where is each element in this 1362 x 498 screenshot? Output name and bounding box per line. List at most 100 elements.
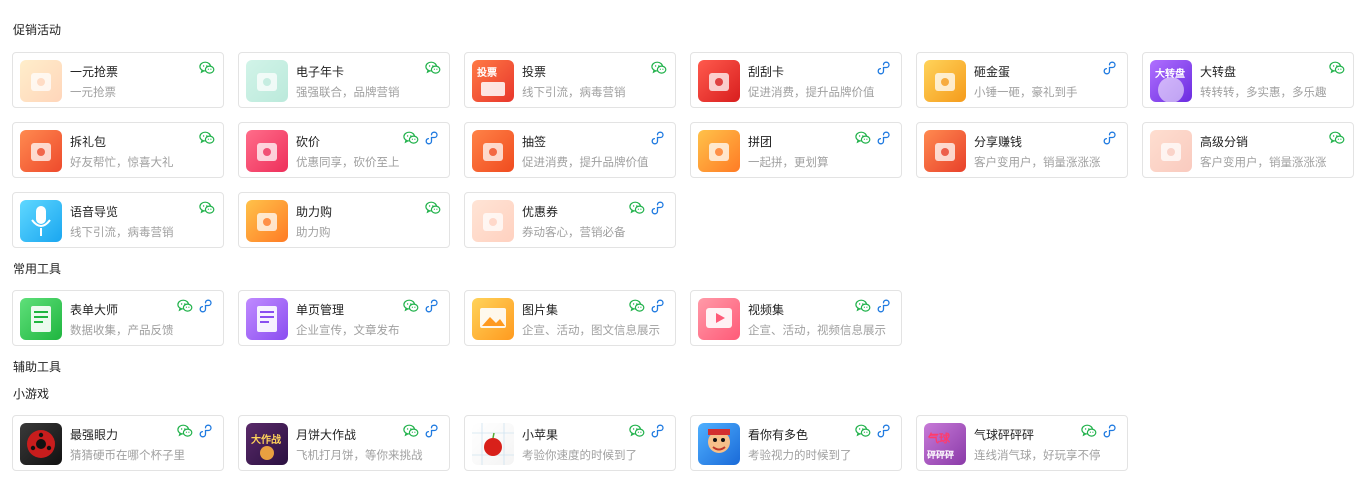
platform-badges bbox=[1081, 423, 1119, 442]
app-description: 企宣、活动，图文信息展示 bbox=[522, 323, 660, 337]
app-name: 图片集 bbox=[522, 303, 559, 317]
wechat-icon bbox=[1329, 60, 1345, 79]
app-description: 企业宣传，文章发布 bbox=[296, 323, 400, 337]
app-card[interactable]: 抽签促进消费，提升品牌价值 bbox=[464, 122, 676, 178]
mini-program-icon bbox=[1103, 423, 1119, 442]
platform-badges bbox=[1103, 60, 1119, 79]
platform-badges bbox=[425, 200, 441, 219]
app-name: 视频集 bbox=[748, 303, 785, 317]
app-card[interactable]: 小苹果考验你速度的时候到了 bbox=[464, 415, 676, 471]
games-grid: 最强眼力 猜猜硬币在哪个杯子里 大作战 月饼大作战 飞机打月饼，等你来挑战 小苹果 考验你速… bbox=[12, 415, 1354, 471]
app-description: 助力购 bbox=[296, 225, 331, 239]
section-title-tools: 常用工具 bbox=[13, 262, 62, 276]
app-description: 优惠同享，砍价至上 bbox=[296, 155, 400, 169]
promo-grid: 一元抢票 一元抢票 电子年卡 强强联合，品牌营销 投票 投票 线下引流，病毒营销 刮刮卡 促进消… bbox=[12, 52, 1354, 248]
wechat-icon bbox=[177, 298, 193, 317]
app-card[interactable]: 表单大师 数据收集，产品反馈 bbox=[12, 290, 224, 346]
app-name: 一元抢票 bbox=[70, 65, 119, 79]
wechat-icon bbox=[199, 60, 215, 79]
app-description: 好友帮忙，惊喜大礼 bbox=[70, 155, 174, 169]
app-name: 抽签 bbox=[522, 135, 547, 149]
wechat-icon bbox=[425, 60, 441, 79]
app-description: 飞机打月饼，等你来挑战 bbox=[296, 448, 423, 462]
app-card[interactable]: 拆礼包好友帮忙，惊喜大礼 bbox=[12, 122, 224, 178]
app-card[interactable]: 大作战 月饼大作战 飞机打月饼，等你来挑战 bbox=[238, 415, 450, 471]
wechat-icon bbox=[651, 60, 667, 79]
app-name: 助力购 bbox=[296, 205, 333, 219]
app-name: 投票 bbox=[522, 65, 547, 79]
platform-badges bbox=[629, 298, 667, 317]
form-icon bbox=[20, 298, 62, 340]
platform-badges bbox=[1103, 130, 1119, 149]
app-card[interactable]: 砍价优惠同享，砍价至上 bbox=[238, 122, 450, 178]
svg-text:投票: 投票 bbox=[477, 66, 497, 79]
app-card[interactable]: 刮刮卡 促进消费，提升品牌价值 bbox=[690, 52, 902, 108]
section-title-games: 小游戏 bbox=[13, 387, 50, 401]
mini-program-icon bbox=[425, 298, 441, 317]
app-name: 气球砰砰砰 bbox=[974, 428, 1035, 442]
app-description: 促进消费，提升品牌价值 bbox=[522, 155, 649, 169]
app-description: 券动客心，营销必备 bbox=[522, 225, 626, 239]
apple-game-icon bbox=[472, 423, 514, 465]
mini-program-icon bbox=[877, 298, 893, 317]
app-card[interactable]: 高级分销 客户变用户，销量涨涨涨 bbox=[1142, 122, 1354, 178]
distribution-icon bbox=[1150, 130, 1192, 172]
mini-program-icon bbox=[199, 298, 215, 317]
gallery-icon bbox=[472, 298, 514, 340]
app-card[interactable]: 最强眼力 猜猜硬币在哪个杯子里 bbox=[12, 415, 224, 471]
app-card[interactable]: 视频集 企宣、活动，视频信息展示 bbox=[690, 290, 902, 346]
scratch-card-icon bbox=[698, 60, 740, 102]
platform-badges bbox=[1329, 130, 1345, 149]
app-card[interactable]: 助力购 助力购 bbox=[238, 192, 450, 248]
golden-egg-icon bbox=[924, 60, 966, 102]
app-name: 砸金蛋 bbox=[974, 65, 1011, 79]
app-card[interactable]: 优惠券 券动客心，营销必备 bbox=[464, 192, 676, 248]
wechat-icon bbox=[403, 298, 419, 317]
platform-badges bbox=[177, 298, 215, 317]
app-card[interactable]: 拼团 一起拼，更划算 bbox=[690, 122, 902, 178]
mini-program-icon bbox=[1103, 130, 1119, 149]
assist-buy-icon bbox=[246, 200, 288, 242]
annual-card-icon bbox=[246, 60, 288, 102]
wechat-icon bbox=[855, 130, 871, 149]
app-card[interactable]: 图片集企宣、活动，图文信息展示 bbox=[464, 290, 676, 346]
platform-badges bbox=[403, 298, 441, 317]
share-money-icon bbox=[924, 130, 966, 172]
app-name: 电子年卡 bbox=[296, 65, 345, 79]
app-description: 考验你速度的时候到了 bbox=[522, 448, 637, 462]
app-card[interactable]: 投票 投票 线下引流，病毒营销 bbox=[464, 52, 676, 108]
app-card[interactable]: 语音导览 线下引流，病毒营销 bbox=[12, 192, 224, 248]
app-card[interactable]: 单页管理企业宣传，文章发布 bbox=[238, 290, 450, 346]
app-card[interactable]: 看你有多色考验视力的时候到了 bbox=[690, 415, 902, 471]
wechat-icon bbox=[177, 423, 193, 442]
app-name: 拆礼包 bbox=[70, 135, 107, 149]
app-description: 考验视力的时候到了 bbox=[748, 448, 852, 462]
wheel-icon: 大转盘 bbox=[1150, 60, 1192, 102]
mini-program-icon bbox=[651, 298, 667, 317]
vote-icon: 投票 bbox=[472, 60, 514, 102]
platform-badges bbox=[199, 60, 215, 79]
wechat-icon bbox=[199, 200, 215, 219]
svg-text:大转盘: 大转盘 bbox=[1155, 67, 1185, 80]
lottery-icon bbox=[472, 130, 514, 172]
app-name: 单页管理 bbox=[296, 303, 345, 317]
wechat-icon bbox=[629, 200, 645, 219]
wechat-icon bbox=[629, 298, 645, 317]
svg-text:砰砰砰: 砰砰砰 bbox=[927, 450, 954, 461]
platform-badges bbox=[629, 423, 667, 442]
mooncake-game-icon: 大作战 bbox=[246, 423, 288, 465]
app-name: 看你有多色 bbox=[748, 428, 809, 442]
app-card[interactable]: 砸金蛋 小锤一砸，豪礼到手 bbox=[916, 52, 1128, 108]
app-card[interactable]: 大转盘 大转盘 转转转，多实惠，多乐趣 bbox=[1142, 52, 1354, 108]
app-name: 小苹果 bbox=[522, 428, 559, 442]
app-card[interactable]: 一元抢票 一元抢票 bbox=[12, 52, 224, 108]
app-card[interactable]: 气球 砰砰砰 气球砰砰砰 连线消气球，好玩享不停 bbox=[916, 415, 1128, 471]
platform-badges bbox=[1329, 60, 1345, 79]
platform-badges bbox=[629, 200, 667, 219]
app-name: 拼团 bbox=[748, 135, 773, 149]
app-card[interactable]: 电子年卡 强强联合，品牌营销 bbox=[238, 52, 450, 108]
app-card[interactable]: 分享赚钱 客户变用户，销量涨涨涨 bbox=[916, 122, 1128, 178]
app-name: 砍价 bbox=[296, 135, 321, 149]
app-description: 猜猜硬币在哪个杯子里 bbox=[70, 448, 185, 462]
ticket-icon bbox=[20, 60, 62, 102]
